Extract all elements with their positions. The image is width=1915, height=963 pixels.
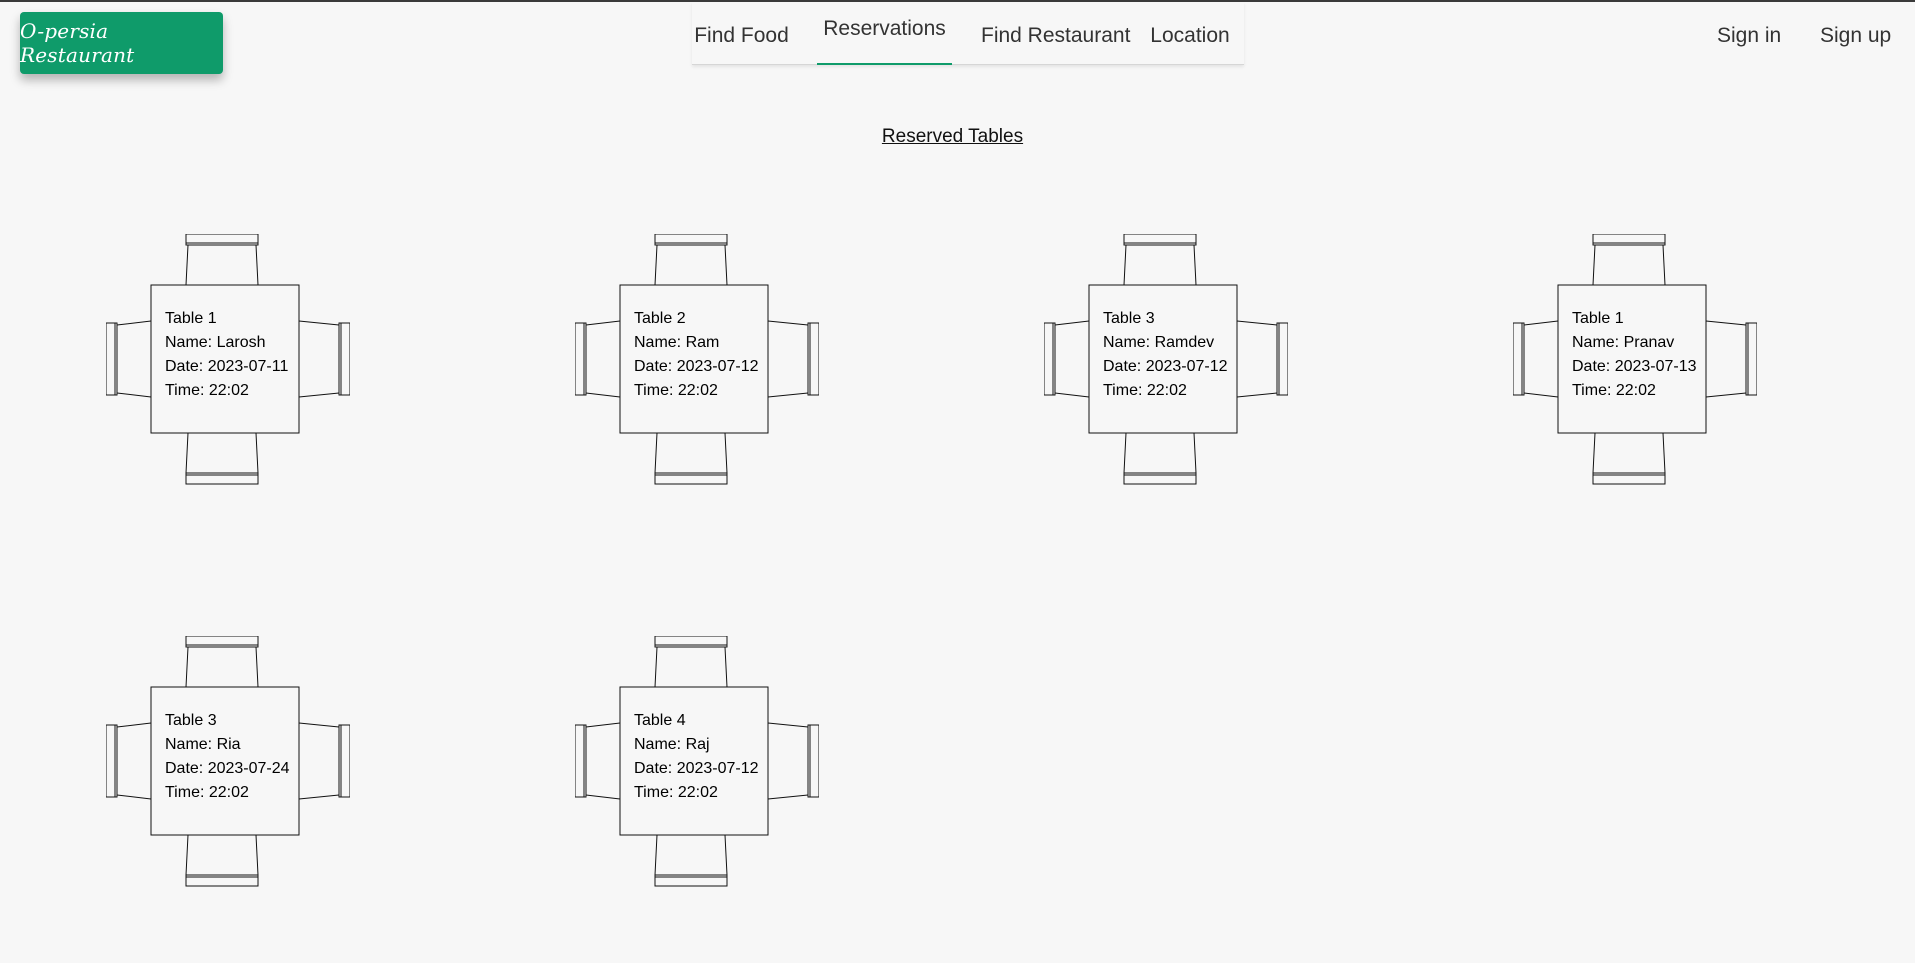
brand-logo[interactable]: O-persia Restaurant	[20, 12, 223, 74]
sign-up-link[interactable]: Sign up	[1820, 24, 1891, 48]
reservation-name: Name: Ria	[165, 736, 241, 753]
reservation-details: Table 3 Name: Ramdev Date: 2023-07-12 Ti…	[1089, 285, 1237, 433]
page-title: Reserved Tables	[881, 126, 1024, 147]
reserved-table-card: Table 1 Name: Larosh Date: 2023-07-11 Ti…	[106, 234, 350, 485]
reservation-details: Table 4 Name: Raj Date: 2023-07-12 Time:…	[620, 687, 768, 835]
reservation-date: Date: 2023-07-11	[165, 358, 289, 375]
reserved-table-card: Table 3 Name: Ria Date: 2023-07-24 Time:…	[106, 636, 350, 887]
reservation-date: Date: 2023-07-12	[634, 760, 759, 777]
reservation-details: Table 2 Name: Ram Date: 2023-07-12 Time:…	[620, 285, 768, 433]
nav-find-food-label: Find Food	[694, 24, 789, 47]
reservation-details: Table 3 Name: Ria Date: 2023-07-24 Time:…	[151, 687, 299, 835]
nav-find-restaurant[interactable]: Find Restaurant	[981, 2, 1131, 64]
reservation-details: Table 1 Name: Larosh Date: 2023-07-11 Ti…	[151, 285, 299, 433]
table-number: Table 2	[634, 310, 686, 327]
reservation-date: Date: 2023-07-24	[165, 760, 290, 777]
reservation-time: Time: 22:02	[634, 382, 718, 399]
nav-find-food[interactable]: Find Food	[692, 2, 791, 64]
reservation-time: Time: 22:02	[1572, 382, 1656, 399]
table-number: Table 3	[1103, 310, 1155, 327]
reserved-table-card: Table 2 Name: Ram Date: 2023-07-12 Time:…	[575, 234, 819, 485]
nav-location-label: Location	[1150, 24, 1230, 47]
reservation-name: Name: Ramdev	[1103, 334, 1215, 351]
reserved-table-card: Table 3 Name: Ramdev Date: 2023-07-12 Ti…	[1044, 234, 1288, 485]
reserved-table-card: Table 1 Name: Pranav Date: 2023-07-13 Ti…	[1513, 234, 1757, 485]
reservation-date: Date: 2023-07-12	[634, 358, 759, 375]
sign-in-link[interactable]: Sign in	[1717, 24, 1781, 48]
nav-location[interactable]: Location	[1147, 2, 1233, 64]
reservation-time: Time: 22:02	[165, 784, 249, 801]
reservation-details: Table 1 Name: Pranav Date: 2023-07-13 Ti…	[1558, 285, 1706, 433]
reservation-name: Name: Raj	[634, 736, 710, 753]
reservation-time: Time: 22:02	[165, 382, 249, 399]
reservation-name: Name: Pranav	[1572, 334, 1675, 351]
reservation-date: Date: 2023-07-12	[1103, 358, 1228, 375]
table-number: Table 1	[1572, 310, 1624, 327]
reservation-name: Name: Ram	[634, 334, 720, 351]
table-number: Table 4	[634, 712, 686, 729]
reserved-table-card: Table 4 Name: Raj Date: 2023-07-12 Time:…	[575, 636, 819, 887]
nav-find-restaurant-label: Find Restaurant	[981, 24, 1131, 47]
reservation-name: Name: Larosh	[165, 334, 266, 351]
reservation-time: Time: 22:02	[1103, 382, 1187, 399]
main-nav: Find Food Reservations Find Restaurant L…	[692, 2, 1244, 65]
reservation-time: Time: 22:02	[634, 784, 718, 801]
table-number: Table 1	[165, 310, 217, 327]
table-number: Table 3	[165, 712, 217, 729]
reservation-date: Date: 2023-07-13	[1572, 358, 1697, 375]
nav-reservations[interactable]: Reservations	[817, 2, 952, 65]
nav-reservations-label: Reservations	[823, 17, 946, 40]
